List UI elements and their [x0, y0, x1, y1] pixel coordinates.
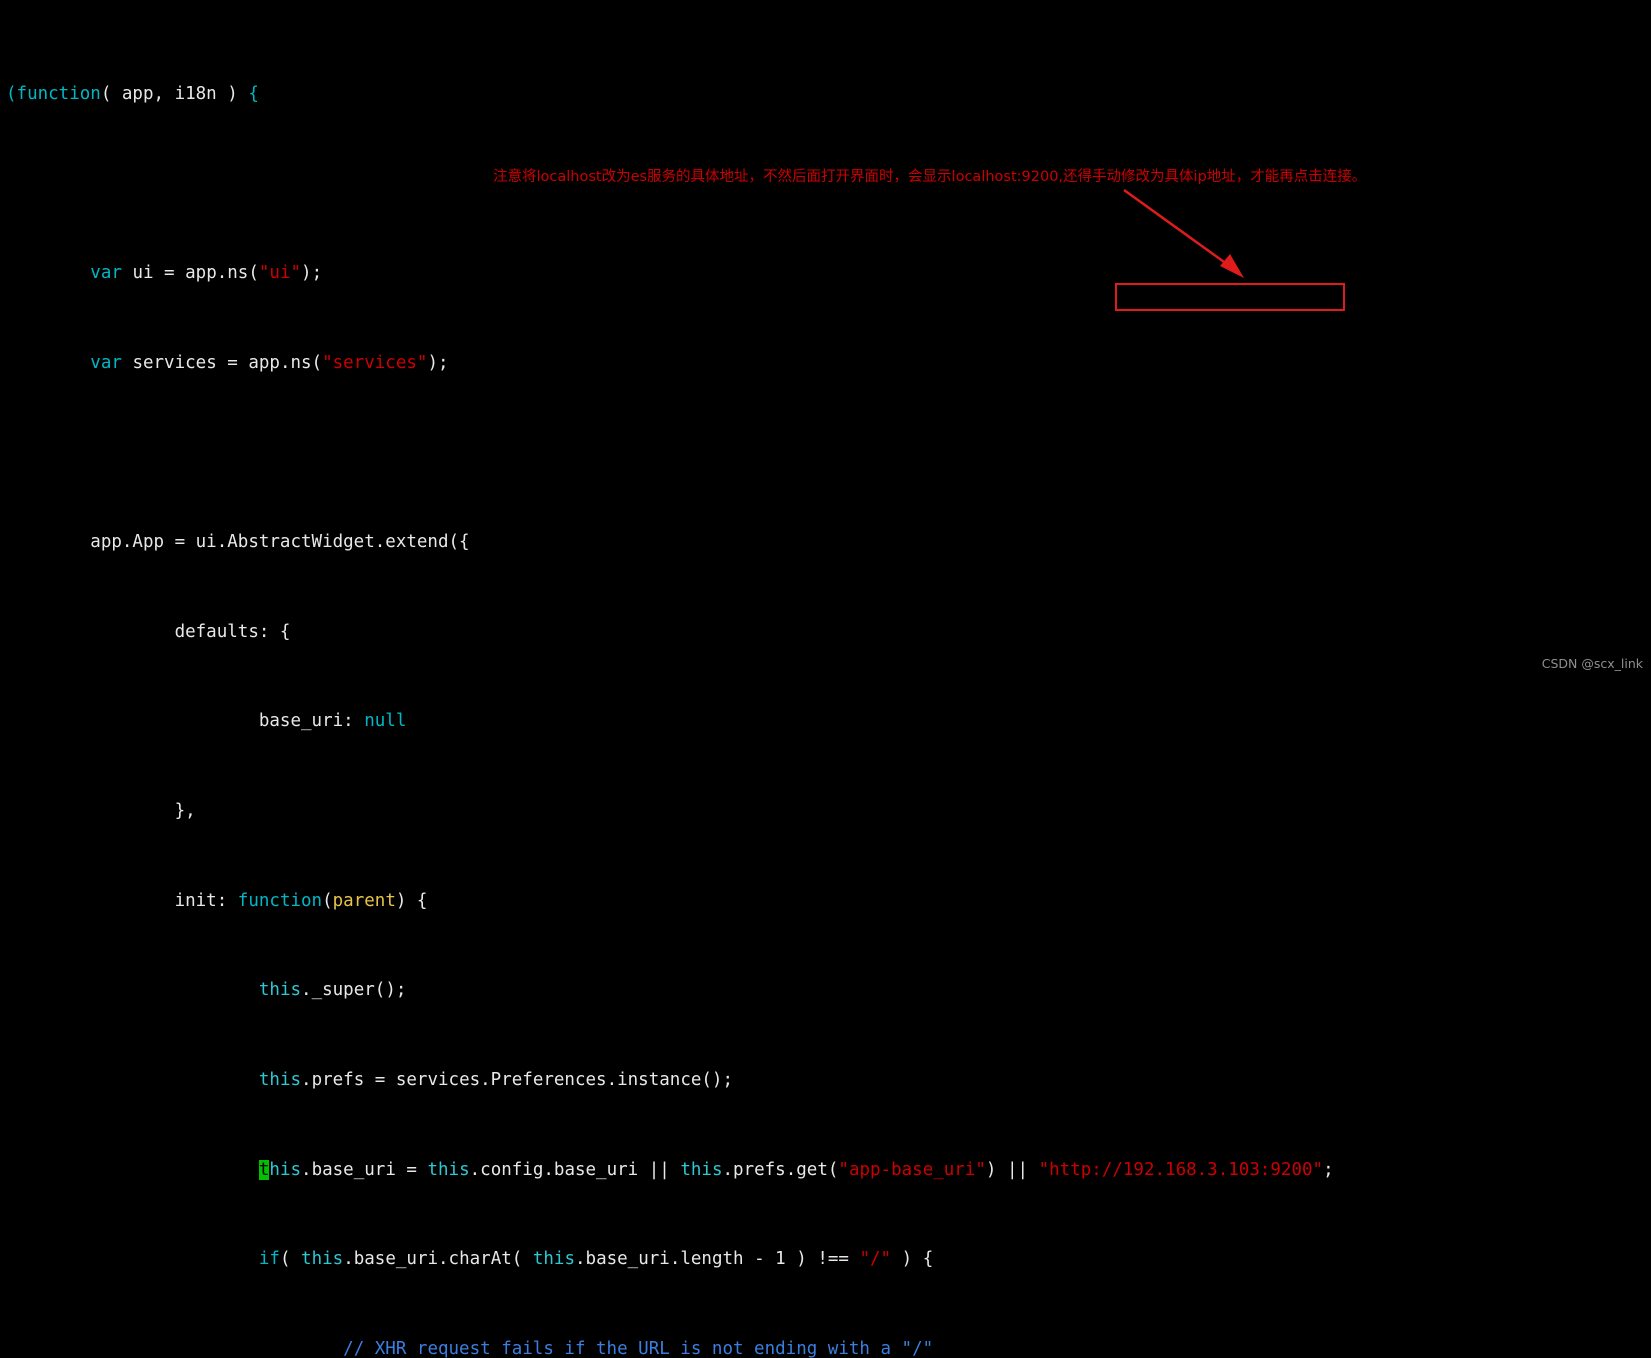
code-line: (function( app, i18n ) {: [6, 84, 259, 105]
code-line: init: function(parent) {: [6, 890, 428, 911]
code-block: (function( app, i18n ) { var ui = app.ns…: [6, 16, 1334, 1358]
code-line: var services = app.ns("services");: [90, 353, 449, 374]
base-uri-string-literal: "http://192.168.3.103:9200": [1038, 1159, 1324, 1180]
code-line-base-uri: this.base_uri = this.config.base_uri || …: [258, 1159, 1334, 1180]
code-line: var ui = app.ns("ui");: [90, 263, 323, 284]
code-line: app.App = ui.AbstractWidget.extend({: [6, 532, 470, 553]
text-cursor: t: [258, 1159, 270, 1180]
code-line: if( this.base_uri.charAt( this.base_uri.…: [258, 1249, 934, 1270]
code-editor-view: (function( app, i18n ) { var ui = app.ns…: [0, 0, 1651, 1358]
code-line: defaults: {: [6, 621, 291, 642]
code-line: base_uri: null: [6, 711, 407, 732]
code-line: this.prefs = services.Preferences.instan…: [258, 1069, 734, 1090]
code-line: },: [6, 801, 196, 822]
watermark-label: CSDN @scx_link: [1541, 656, 1643, 671]
code-line: this._super();: [258, 980, 407, 1001]
code-line: // XHR request fails if the URL is not e…: [343, 1338, 934, 1358]
annotation-note: 注意将localhost改为es服务的具体地址，不然后面打开界面时，会显示loc…: [493, 169, 1367, 185]
